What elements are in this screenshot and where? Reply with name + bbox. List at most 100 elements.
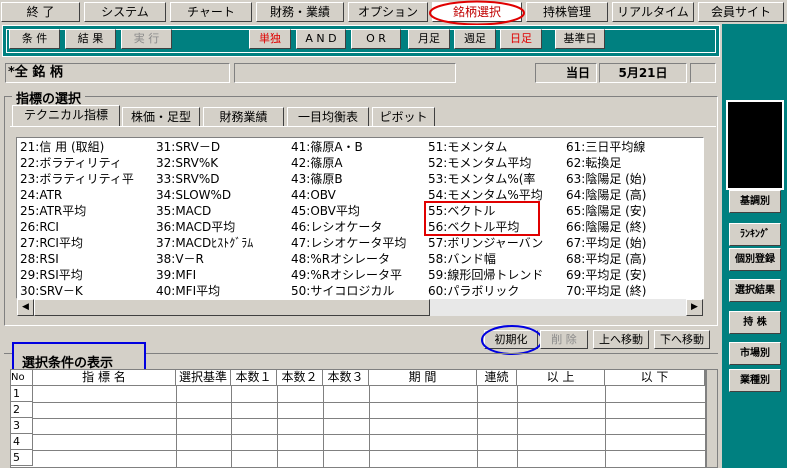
indicator-item[interactable]: 41:篠原A・B	[291, 139, 426, 155]
and-button[interactable]: A N D	[296, 29, 346, 49]
tab-pivot[interactable]: ピボット	[372, 107, 435, 126]
indicator-item[interactable]: 40:MFI平均	[156, 283, 289, 298]
preview-box	[726, 100, 784, 190]
col-no: No	[11, 370, 33, 386]
indicator-item[interactable]: 36:MACD平均	[156, 219, 289, 235]
tab-technical[interactable]: テクニカル指標	[12, 105, 120, 127]
indicator-item[interactable]: 52:モメンタム平均	[428, 155, 564, 171]
scroll-right-icon[interactable]: ▶	[686, 299, 703, 316]
menu-finance[interactable]: 財務・業績	[256, 2, 344, 22]
scroll-left-icon[interactable]: ◀	[17, 299, 34, 316]
conditions-grid[interactable]: No 指 標 名 選択基準 本数１ 本数２ 本数３ 期 間 連続 以 上 以 下…	[10, 369, 706, 468]
or-button[interactable]: O R	[351, 29, 401, 49]
indicator-item[interactable]: 65:陰陽足 (安)	[566, 203, 702, 219]
indicator-item[interactable]: 59:線形回帰トレンド	[428, 267, 564, 283]
menu-realtime[interactable]: リアルタイム	[612, 2, 694, 22]
info-row: *全 銘 柄 当日 5月21日	[2, 60, 720, 86]
indicator-item[interactable]: 34:SLOW%D	[156, 187, 289, 203]
row-num: 3	[11, 418, 33, 434]
indicator-item[interactable]: 64:陰陽足 (高)	[566, 187, 702, 203]
tab-ichimoku[interactable]: 一目均衡表	[287, 107, 369, 126]
indicator-item[interactable]: 27:RCI平均	[20, 235, 154, 251]
indicator-item[interactable]: 26:RCI	[20, 219, 154, 235]
side-ranking-button[interactable]: ﾗﾝｷﾝｸﾞ	[729, 223, 781, 246]
indicator-item[interactable]: 24:ATR	[20, 187, 154, 203]
indicator-list[interactable]: 21:信 用 (取組) 22:ボラティリティ 23:ボラティリティ平 24:ATR 25…	[16, 137, 704, 299]
menu-system[interactable]: システム	[84, 2, 166, 22]
indicator-item[interactable]: 69:平均足 (安)	[566, 267, 702, 283]
indicator-item[interactable]: 37:MACDﾋｽﾄｸﾞﾗﾑ	[156, 235, 289, 251]
row-num: 1	[11, 386, 33, 402]
grid-vscroll[interactable]	[706, 369, 718, 468]
move-up-button[interactable]: 上へ移動	[593, 330, 649, 349]
indicator-item[interactable]: 38:V－R	[156, 251, 289, 267]
indicator-item[interactable]: 61:三日平均線	[566, 139, 702, 155]
indicator-item[interactable]: 47:レシオケータ平均	[291, 235, 426, 251]
menu-exit[interactable]: 終 了	[1, 2, 80, 22]
indicator-item[interactable]: 68:平均足 (高)	[566, 251, 702, 267]
menu-chart[interactable]: チャート	[170, 2, 252, 22]
side-industry-button[interactable]: 業種別	[729, 369, 781, 392]
side-trend-button[interactable]: 基調別	[729, 190, 781, 213]
highlight-ellipse	[429, 0, 525, 26]
weekly-button[interactable]: 週足	[454, 29, 496, 49]
side-result-button[interactable]: 選択結果	[729, 279, 781, 302]
indicator-item[interactable]: 42:篠原A	[291, 155, 426, 171]
indicator-item[interactable]: 23:ボラティリティ平	[20, 171, 154, 187]
indicator-item[interactable]: 70:平均足 (終)	[566, 283, 702, 298]
menu-option[interactable]: オプション	[348, 2, 428, 22]
indicator-item[interactable]: 29:RSI平均	[20, 267, 154, 283]
indicator-item[interactable]: 39:MFI	[156, 267, 289, 283]
execute-button[interactable]: 実 行	[121, 29, 172, 49]
side-register-button[interactable]: 個別登録	[729, 248, 781, 271]
col-indicator: 指 標 名	[33, 370, 176, 386]
col-count3: 本数３	[323, 370, 369, 386]
indicator-item[interactable]: 66:陰陽足 (終)	[566, 219, 702, 235]
move-down-button[interactable]: 下へ移動	[654, 330, 710, 349]
delete-button[interactable]: 削 除	[540, 330, 588, 349]
indicator-item[interactable]: 33:SRV%D	[156, 171, 289, 187]
indicator-item[interactable]: 60:パラボリック	[428, 283, 564, 298]
indicator-item[interactable]: 32:SRV%K	[156, 155, 289, 171]
side-market-button[interactable]: 市場別	[729, 342, 781, 365]
indicator-item[interactable]: 67:平均足 (始)	[566, 235, 702, 251]
monthly-button[interactable]: 月足	[408, 29, 450, 49]
indicator-item[interactable]: 45:OBV平均	[291, 203, 426, 219]
indicator-item[interactable]: 53:モメンタム%(率	[428, 171, 564, 187]
tab-financial[interactable]: 財務業績	[203, 107, 284, 126]
indicator-item[interactable]: 62:転換足	[566, 155, 702, 171]
scroll-thumb[interactable]	[34, 299, 430, 316]
toolbar: 条 件 結 果 実 行 単独 A N D O R 月足 週足 日足 基準日	[2, 25, 720, 57]
indicator-item[interactable]: 21:信 用 (取組)	[20, 139, 154, 155]
indicator-item[interactable]: 51:モメンタム	[428, 139, 564, 155]
indicator-item[interactable]: 35:MACD	[156, 203, 289, 219]
tab-price-shape[interactable]: 株価・足型	[122, 107, 200, 126]
indicator-item[interactable]: 30:SRV－K	[20, 283, 154, 298]
menu-member-site[interactable]: 会員サイト	[698, 2, 784, 22]
side-holdings-button[interactable]: 持 株	[729, 311, 781, 334]
indicator-item[interactable]: 25:ATR平均	[20, 203, 154, 219]
indicator-item[interactable]: 57:ボリンジャーバン	[428, 235, 564, 251]
indicator-hscroll[interactable]: ◀ ▶	[17, 299, 703, 316]
base-date-button[interactable]: 基準日	[555, 29, 605, 49]
indicator-item[interactable]: 46:レシオケータ	[291, 219, 426, 235]
indicator-item[interactable]: 22:ボラティリティ	[20, 155, 154, 171]
daily-button[interactable]: 日足	[500, 29, 542, 49]
indicator-item[interactable]: 44:OBV	[291, 187, 426, 203]
menu-holdings[interactable]: 持株管理	[526, 2, 608, 22]
result-button[interactable]: 結 果	[65, 29, 116, 49]
indicator-item[interactable]: 28:RSI	[20, 251, 154, 267]
highlight-rect	[424, 201, 540, 236]
indicator-item[interactable]: 58:バンド幅	[428, 251, 564, 267]
right-panel: 基調別 ﾗﾝｷﾝｸﾞ 個別登録 選択結果 持 株 市場別 業種別	[722, 24, 787, 468]
condition-button[interactable]: 条 件	[9, 29, 60, 49]
indicator-item[interactable]: 48:%Rオシレータ	[291, 251, 426, 267]
indicator-item[interactable]: 63:陰陽足 (始)	[566, 171, 702, 187]
single-button[interactable]: 単独	[249, 29, 291, 49]
stock-name: *全 銘 柄	[5, 63, 230, 83]
indicator-item[interactable]: 50:サイコロジカル	[291, 283, 426, 298]
indicator-item[interactable]: 31:SRV－D	[156, 139, 289, 155]
indicator-item[interactable]: 49:%Rオシレータ平	[291, 267, 426, 283]
indicator-item[interactable]: 43:篠原B	[291, 171, 426, 187]
col-count1: 本数１	[231, 370, 277, 386]
